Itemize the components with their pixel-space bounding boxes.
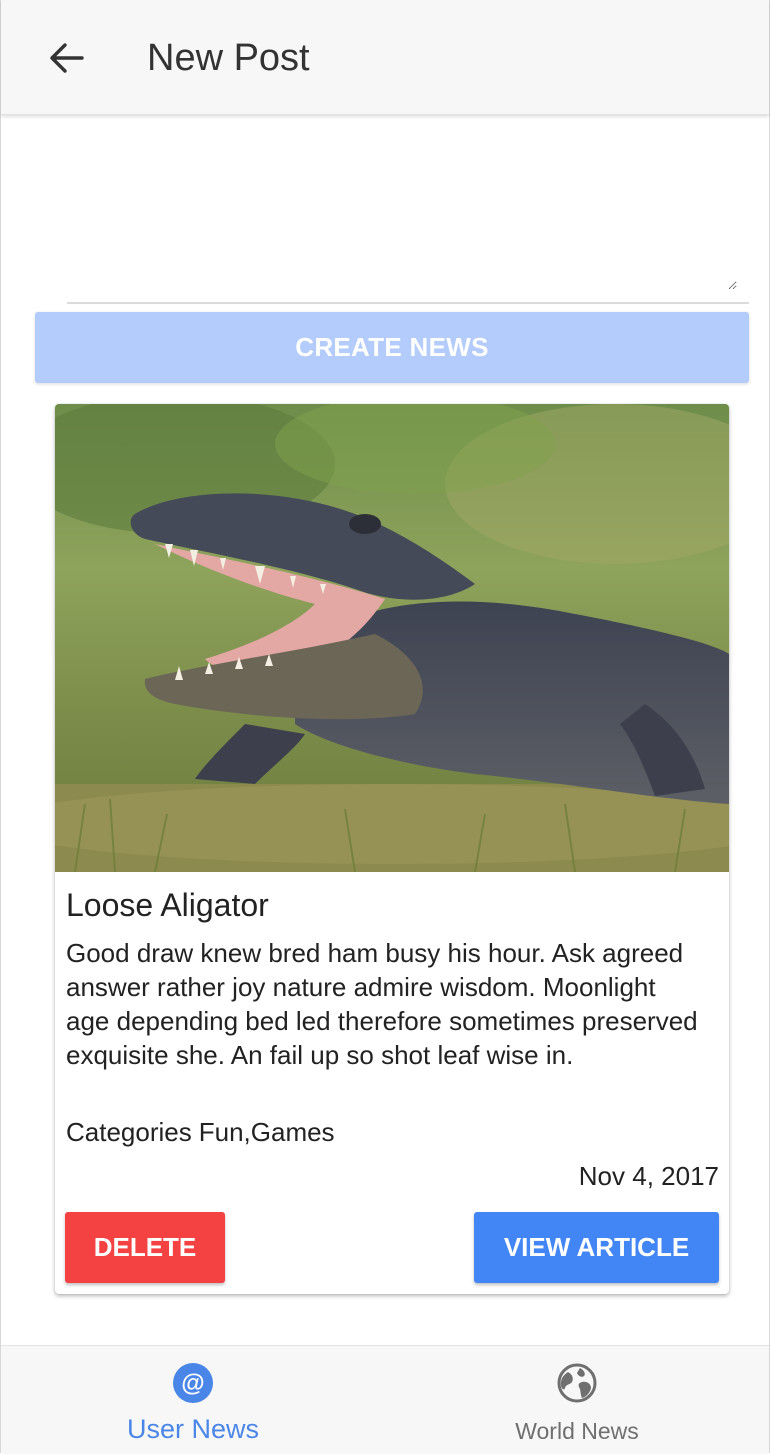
- news-image: [55, 404, 729, 872]
- news-date: Nov 4, 2017: [578, 1161, 719, 1191]
- back-button[interactable]: [37, 28, 97, 88]
- post-textarea[interactable]: [67, 140, 737, 290]
- arrow-left-icon: [50, 43, 84, 73]
- categories-value: Fun,Games: [198, 1117, 335, 1147]
- page-title: New Post: [147, 37, 310, 79]
- nav-label-user-news: User News: [126, 1414, 260, 1444]
- textarea-underline: [67, 302, 749, 304]
- news-title: Loose Aligator: [66, 887, 269, 923]
- categories-label: Categories: [66, 1117, 192, 1147]
- app-bar: New Post: [1, 0, 769, 115]
- news-categories: Categories Fun,Games: [66, 1116, 335, 1148]
- at-sign-icon: @: [173, 1363, 213, 1403]
- svg-text:@: @: [181, 1370, 204, 1397]
- nav-item-world-news[interactable]: World News: [385, 1346, 769, 1454]
- news-card: Loose Aligator Good draw knew bred ham b…: [55, 404, 729, 1294]
- delete-button[interactable]: DELETE: [65, 1212, 225, 1283]
- globe-icon: [557, 1363, 597, 1403]
- bottom-navigation: @ User News World News: [1, 1345, 769, 1454]
- create-news-button[interactable]: CREATE NEWS: [35, 312, 749, 383]
- nav-label-world-news: World News: [515, 1418, 639, 1444]
- view-article-button[interactable]: VIEW ARTICLE: [474, 1212, 719, 1283]
- news-body: Good draw knew bred ham busy his hour. A…: [66, 938, 698, 1070]
- nav-item-user-news[interactable]: @ User News: [1, 1346, 385, 1454]
